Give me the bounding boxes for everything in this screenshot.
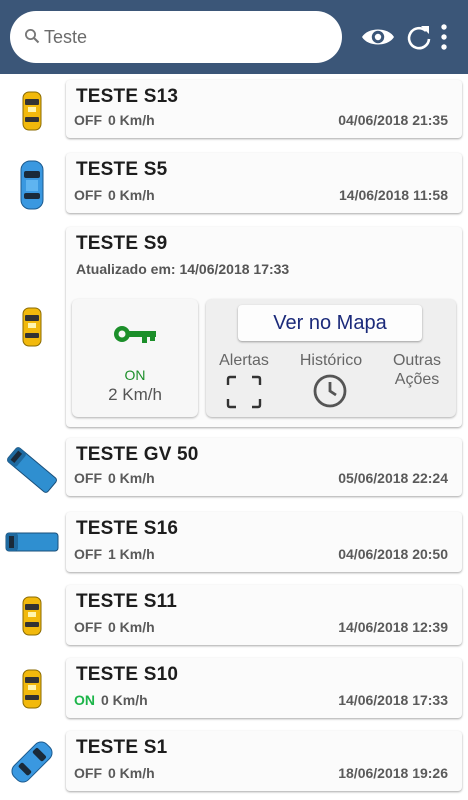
vehicle-row[interactable]: TESTE S13 OFF 0 Km/h 04/06/2018 21:35	[0, 80, 468, 142]
blue-car-icon	[20, 160, 44, 210]
ignition-status: OFF	[74, 112, 102, 128]
vehicle-card[interactable]: TESTE S10 ON 0 Km/h 14/06/2018 17:33	[66, 658, 462, 718]
vehicle-status: OFF 1 Km/h	[74, 546, 155, 562]
vehicle-status: OFF 0 Km/h	[74, 619, 155, 635]
history-label[interactable]: Histórico	[290, 351, 372, 370]
vehicle-card[interactable]: TESTE S1 OFF 0 Km/h 18/06/2018 19:26	[66, 731, 462, 791]
clock-icon[interactable]	[312, 373, 348, 409]
vehicle-row[interactable]: TESTE GV 50 OFF 0 Km/h 05/06/2018 22:24	[0, 438, 468, 500]
vehicle-row[interactable]: TESTE S11 OFF 0 Km/h 14/06/2018 12:39	[0, 585, 468, 647]
ignition-status: OFF	[74, 470, 102, 486]
vehicle-date: 14/06/2018 11:58	[339, 187, 448, 203]
vehicle-date: 14/06/2018 17:33	[338, 692, 448, 708]
taxi-icon	[22, 91, 42, 131]
search-input[interactable]	[44, 23, 324, 51]
vehicle-name: TESTE S10	[76, 664, 179, 685]
vehicle-speed: 0 Km/h	[108, 112, 155, 128]
vehicle-card-expanded[interactable]: TESTE S9 Atualizado em: 14/06/2018 17:33…	[66, 227, 462, 427]
view-on-map-button[interactable]: Ver no Mapa	[238, 305, 422, 341]
vehicle-status: ON 0 Km/h	[74, 692, 148, 708]
taxi-icon	[22, 307, 42, 347]
actions-panel: Ver no Mapa Alertas Histórico Outras Açõ…	[206, 299, 456, 417]
vehicle-row[interactable]: TESTE S1 OFF 0 Km/h 18/06/2018 19:26	[0, 731, 468, 795]
vehicle-date: 04/06/2018 21:35	[338, 112, 448, 128]
ignition-status: OFF	[74, 187, 102, 203]
top-bar	[0, 0, 468, 74]
vehicle-name: TESTE S13	[76, 86, 179, 107]
vehicle-name: TESTE S5	[76, 159, 168, 180]
vehicle-speed: 0 Km/h	[108, 187, 155, 203]
blue-car-icon	[11, 741, 53, 783]
alerts-label[interactable]: Alertas	[212, 351, 276, 370]
eye-icon[interactable]	[361, 24, 395, 50]
vehicle-card[interactable]: TESTE S11 OFF 0 Km/h 14/06/2018 12:39	[66, 585, 462, 645]
vehicle-speed: 0 Km/h	[101, 692, 148, 708]
vehicle-name: TESTE S9	[76, 233, 168, 254]
vehicle-card[interactable]: TESTE GV 50 OFF 0 Km/h 05/06/2018 22:24	[66, 438, 462, 496]
vehicle-date: 04/06/2018 20:50	[338, 546, 448, 562]
other-actions-label[interactable]: Outras Ações	[382, 351, 452, 389]
ignition-status: ON	[124, 367, 146, 383]
vehicle-date: 05/06/2018 22:24	[338, 470, 448, 486]
vehicle-speed: 0 Km/h	[108, 765, 155, 781]
vehicle-name: TESTE S1	[76, 737, 168, 758]
vehicle-name: TESTE S11	[76, 591, 178, 612]
vehicle-speed: 1 Km/h	[108, 546, 155, 562]
vehicle-row[interactable]: TESTE S10 ON 0 Km/h 14/06/2018 17:33	[0, 658, 468, 720]
ignition-status: ON	[74, 692, 95, 708]
vehicle-date: 18/06/2018 19:26	[338, 765, 448, 781]
ignition-status: OFF	[74, 765, 102, 781]
updated-at: Atualizado em: 14/06/2018 17:33	[76, 261, 290, 277]
vehicle-name: TESTE S16	[76, 518, 179, 539]
vehicle-speed: 2 Km/h	[108, 385, 162, 404]
taxi-icon	[22, 596, 42, 636]
search-icon	[25, 29, 40, 44]
refresh-icon[interactable]	[405, 22, 433, 52]
vehicle-status: OFF 0 Km/h	[74, 187, 155, 203]
vehicle-row[interactable]: TESTE S5 OFF 0 Km/h 14/06/2018 11:58	[0, 153, 468, 215]
truck-icon	[7, 447, 57, 493]
vehicle-speed: 0 Km/h	[108, 619, 155, 635]
alerts-icon[interactable]	[226, 375, 262, 409]
vehicle-speed: 0 Km/h	[108, 470, 155, 486]
vehicle-name: TESTE GV 50	[76, 444, 199, 465]
vehicle-card[interactable]: TESTE S5 OFF 0 Km/h 14/06/2018 11:58	[66, 153, 462, 213]
ignition-status: OFF	[74, 619, 102, 635]
key-icon	[114, 326, 156, 343]
taxi-icon	[22, 669, 42, 709]
vehicle-row-expanded[interactable]: TESTE S9 Atualizado em: 14/06/2018 17:33…	[0, 227, 468, 429]
vehicle-status: OFF 0 Km/h	[74, 470, 155, 486]
vehicle-date: 14/06/2018 12:39	[338, 619, 448, 635]
ignition-panel: ON 2 Km/h	[72, 299, 198, 417]
search-box[interactable]	[10, 11, 342, 63]
ignition-status: OFF	[74, 546, 102, 562]
truck-icon	[5, 532, 59, 552]
vehicle-row[interactable]: TESTE S16 OFF 1 Km/h 04/06/2018 20:50	[0, 512, 468, 574]
more-vert-icon[interactable]	[438, 22, 450, 52]
vehicle-card[interactable]: TESTE S16 OFF 1 Km/h 04/06/2018 20:50	[66, 512, 462, 572]
vehicle-card[interactable]: TESTE S13 OFF 0 Km/h 04/06/2018 21:35	[66, 80, 462, 138]
vehicle-status: OFF 0 Km/h	[74, 765, 155, 781]
vehicle-status: OFF 0 Km/h	[74, 112, 155, 128]
